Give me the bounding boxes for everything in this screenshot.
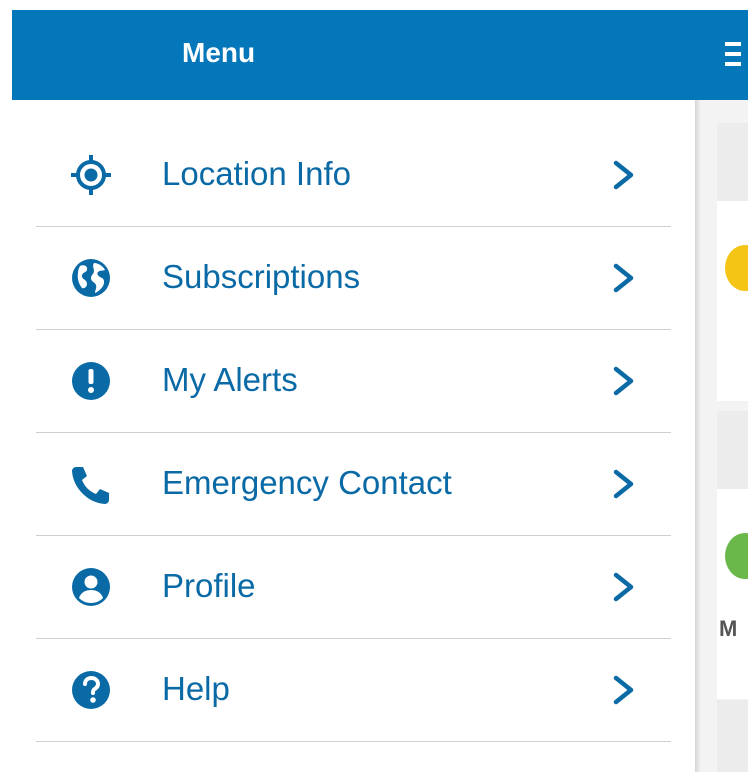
status-dot-yellow (725, 245, 748, 291)
chevron-right-icon (610, 675, 638, 705)
alert-exclamation-icon (70, 360, 112, 402)
menu-item-label: Subscriptions (162, 258, 361, 295)
chevron-right-icon (610, 160, 638, 190)
chevron-right-icon (610, 366, 638, 396)
menu-item-label: My Alerts (162, 361, 298, 398)
menu-item-subscriptions[interactable]: Subscriptions (36, 227, 671, 330)
menu-item-profile[interactable]: Profile (36, 536, 671, 639)
menu-list: Location Info Subscriptions My Alerts Em… (36, 124, 671, 742)
app-viewport: M Menu Location Info Subscriptions My Al… (0, 0, 748, 772)
user-profile-icon (70, 566, 112, 608)
status-dot-green (725, 533, 748, 579)
menu-item-location-info[interactable]: Location Info (36, 124, 671, 227)
hamburger-menu-icon[interactable] (725, 42, 741, 66)
help-question-icon (70, 669, 112, 711)
drawer-shadow (695, 100, 701, 772)
menu-item-label: Help (162, 670, 230, 707)
location-target-icon (70, 154, 112, 196)
main-screen-header (695, 10, 748, 100)
chevron-right-icon (610, 469, 638, 499)
background-card (717, 489, 748, 699)
background-card-header (717, 700, 748, 772)
background-card-header (717, 411, 748, 489)
background-card (717, 201, 748, 401)
chevron-right-icon (610, 572, 638, 602)
drawer-title: Menu (182, 37, 256, 68)
drawer-header: Menu (12, 10, 695, 100)
menu-item-label: Location Info (162, 155, 351, 192)
menu-item-label: Profile (162, 567, 256, 604)
chevron-right-icon (610, 263, 638, 293)
globe-icon (70, 257, 112, 299)
background-partial-text: M (719, 616, 738, 641)
menu-item-help[interactable]: Help (36, 639, 671, 742)
navigation-drawer: Menu Location Info Subscriptions My Aler… (12, 10, 695, 772)
menu-item-emergency-contact[interactable]: Emergency Contact (36, 433, 671, 536)
phone-icon (70, 463, 112, 505)
menu-item-label: Emergency Contact (162, 464, 452, 501)
background-card-header (717, 123, 748, 201)
main-screen-background: M (695, 10, 748, 772)
menu-item-my-alerts[interactable]: My Alerts (36, 330, 671, 433)
